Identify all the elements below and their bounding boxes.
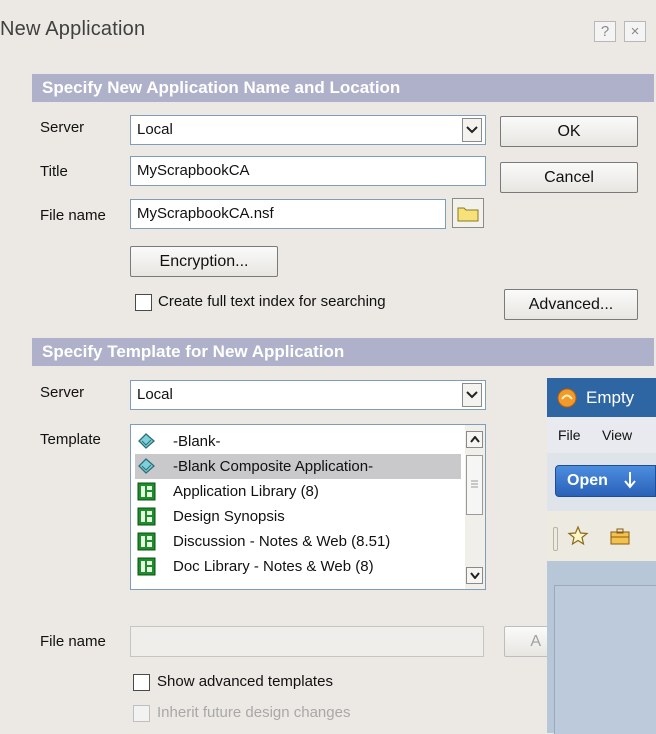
notes-template-icon — [137, 532, 156, 551]
chevron-up-icon — [469, 436, 480, 443]
grip-icon — [471, 480, 478, 488]
template-label: Template — [40, 431, 101, 448]
chevron-down-icon — [466, 126, 478, 134]
menu-file[interactable]: File — [558, 427, 581, 443]
list-item[interactable]: Discussion - Notes & Web (8.51) — [135, 529, 461, 554]
dialog-title-bar: New Application ? × — [0, 0, 656, 58]
scroll-thumb[interactable] — [466, 455, 483, 515]
list-item-label: Application Library (8) — [173, 483, 319, 500]
template-list[interactable]: -Blank- -Blank Composite Application- Ap… — [130, 424, 486, 590]
list-item-label: Doc Library - Notes & Web (8) — [173, 558, 374, 575]
fulltext-index-checkbox[interactable] — [135, 294, 152, 311]
chevron-down-icon — [469, 572, 480, 579]
notes-app-icon — [557, 388, 577, 408]
list-item[interactable]: Application Library (8) — [135, 479, 461, 504]
menu-view[interactable]: View — [602, 427, 632, 443]
list-item-label: -Blank- — [173, 433, 221, 450]
list-item-label: Discussion - Notes & Web (8.51) — [173, 533, 391, 550]
title-label: Title — [40, 163, 68, 180]
dialog-title: New Application — [0, 18, 146, 40]
background-window: Empty File View Open — [547, 378, 656, 734]
advanced-button[interactable]: Advanced... — [504, 289, 638, 320]
title-value: MyScrapbookCA — [137, 162, 250, 179]
list-item[interactable]: Design Synopsis — [135, 504, 461, 529]
background-window-title: Empty — [586, 388, 635, 407]
encryption-button[interactable]: Encryption... — [130, 246, 278, 277]
toolbar-grip — [553, 527, 558, 551]
template-list-scrollbar[interactable] — [465, 425, 485, 589]
title-input[interactable]: MyScrapbookCA — [130, 156, 486, 186]
template-server-select[interactable]: Local — [130, 380, 486, 410]
bookmark-star-icon[interactable] — [567, 525, 589, 547]
background-content-area — [547, 561, 656, 734]
fulltext-index-label: Create full text index for searching — [158, 293, 386, 310]
background-menu-bar: File View — [547, 417, 656, 453]
blank-template-icon — [138, 433, 155, 449]
open-button[interactable]: Open — [555, 465, 656, 497]
notes-template-icon — [137, 507, 156, 526]
notes-template-icon — [137, 482, 156, 501]
background-toolbar-icons — [547, 511, 656, 561]
background-window-title-bar: Empty — [547, 378, 656, 417]
filename-label: File name — [40, 207, 106, 224]
template-server-label: Server — [40, 384, 85, 401]
list-item[interactable]: -Blank- — [135, 429, 461, 454]
ok-button[interactable]: OK — [500, 116, 638, 147]
folder-icon — [457, 207, 479, 222]
section-header-template: Specify Template for New Application — [32, 338, 654, 366]
template-filename-input[interactable] — [130, 626, 484, 657]
template-server-value: Local — [137, 386, 173, 403]
chevron-down-icon — [466, 391, 478, 399]
arrow-down-icon — [624, 472, 636, 489]
list-item-label: Design Synopsis — [173, 508, 285, 525]
list-item[interactable]: Doc Library - Notes & Web (8) — [135, 554, 461, 579]
filename-value: MyScrapbookCA.nsf — [137, 205, 274, 222]
filename-input[interactable]: MyScrapbookCA.nsf — [130, 199, 446, 229]
open-button-label: Open — [567, 472, 608, 489]
scroll-up-button[interactable] — [466, 431, 483, 448]
help-button[interactable]: ? — [594, 21, 616, 42]
background-toolbar: Open — [547, 453, 656, 511]
server-select[interactable]: Local — [130, 115, 486, 145]
show-advanced-templates-label: Show advanced templates — [157, 673, 333, 690]
inherit-design-label: Inherit future design changes — [157, 704, 351, 721]
background-content-panel — [554, 585, 656, 734]
inherit-design-checkbox[interactable] — [133, 705, 150, 722]
template-server-dropdown-button[interactable] — [462, 383, 482, 407]
list-item-selected[interactable]: -Blank Composite Application- — [135, 454, 461, 479]
server-label: Server — [40, 119, 85, 136]
blank-template-icon — [138, 458, 155, 474]
cancel-button[interactable]: Cancel — [500, 162, 638, 193]
browse-folder-button[interactable] — [452, 198, 484, 228]
briefcase-icon[interactable] — [609, 526, 631, 546]
server-dropdown-button[interactable] — [462, 118, 482, 142]
template-filename-label: File name — [40, 633, 106, 650]
scroll-down-button[interactable] — [466, 567, 483, 584]
list-item-label: -Blank Composite Application- — [173, 458, 374, 475]
notes-template-icon — [137, 557, 156, 576]
close-button[interactable]: × — [624, 21, 646, 42]
show-advanced-templates-checkbox[interactable] — [133, 674, 150, 691]
section-header-name-location: Specify New Application Name and Locatio… — [32, 74, 654, 102]
server-value: Local — [137, 121, 173, 138]
